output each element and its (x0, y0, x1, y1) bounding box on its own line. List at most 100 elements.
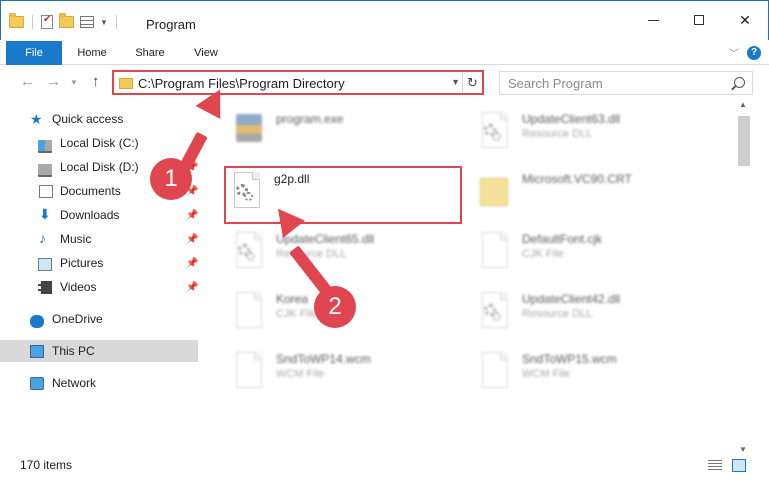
generic-file-icon (232, 352, 264, 390)
minimize-icon (647, 19, 659, 21)
file-type: CJK File (276, 308, 318, 320)
file-item[interactable]: DefaultFont.cjk CJK File (478, 230, 718, 272)
exe-file-icon (232, 112, 264, 150)
sidebar-item-label: Videos (60, 280, 97, 294)
network-icon (30, 377, 44, 390)
sidebar-item-pictures[interactable]: Pictures 📌 (0, 252, 198, 274)
forward-arrow-icon[interactable]: → (46, 73, 61, 90)
file-name: UpdateClient63.dll (522, 112, 621, 126)
tab-home[interactable]: Home (74, 42, 110, 64)
sidebar-item-music[interactable]: ♪ Music 📌 (0, 228, 198, 250)
sidebar-item-label: OneDrive (52, 312, 103, 326)
pin-icon[interactable]: 📌 (186, 282, 198, 293)
scrollbar-thumb[interactable] (738, 116, 750, 166)
pictures-icon (38, 258, 52, 271)
folder-icon (119, 78, 133, 89)
tab-file[interactable]: File (6, 41, 62, 65)
file-item[interactable]: program.exe (232, 110, 472, 152)
file-type: CJK File (522, 248, 564, 260)
sidebar-item-videos[interactable]: Videos 📌 (0, 276, 198, 298)
pin-icon[interactable]: 📌 (186, 234, 198, 245)
details-view-icon[interactable] (708, 460, 722, 471)
file-name: Korea (276, 292, 309, 306)
file-name: SndToWP14.wcm (276, 352, 371, 366)
file-name: DefaultFont.cjk (522, 232, 603, 246)
address-dropdown-chevron-icon[interactable]: ▼ (451, 77, 460, 87)
tab-share[interactable]: Share (132, 42, 168, 64)
file-item[interactable]: Microsoft.VC90.CRT (478, 170, 718, 212)
toolbar-divider (115, 15, 117, 29)
maximize-icon (694, 15, 704, 25)
sidebar-item-label: This PC (52, 344, 95, 358)
address-bar[interactable]: C:\Program Files\Program Directory ▼ ↻ (112, 70, 484, 95)
address-path[interactable]: C:\Program Files\Program Directory (138, 76, 345, 91)
file-item[interactable]: UpdateClient42.dll Resource DLL (478, 290, 718, 332)
documents-icon (39, 185, 53, 198)
scroll-up-icon[interactable]: ▲ (739, 100, 747, 109)
title-bar: ▼ Program ✕ (0, 0, 769, 40)
search-input[interactable]: Search Program (499, 71, 753, 95)
refresh-icon[interactable]: ↻ (462, 72, 482, 93)
file-item[interactable]: UpdateClient63.dll Resource DLL (478, 110, 718, 152)
status-bar: 170 items (0, 454, 769, 489)
up-arrow-icon[interactable]: ↑ (92, 73, 100, 90)
file-list: program.exe UpdateClient63.dll Resource … (204, 104, 736, 454)
music-icon: ♪ (39, 230, 46, 246)
file-item[interactable]: UpdateClient65.dll Resource DLL (232, 230, 472, 272)
expand-ribbon-icon[interactable]: ﹀ (729, 45, 739, 60)
sidebar-item-this-pc[interactable]: This PC (0, 340, 198, 362)
download-icon: ⬇ (39, 206, 51, 222)
minimize-button[interactable] (630, 5, 676, 35)
file-name: SndToWP15.wcm (522, 352, 617, 366)
toolbar-divider (32, 15, 33, 29)
sidebar-item-local-disk-c[interactable]: Local Disk (C:) (0, 132, 198, 154)
sidebar-item-label: Local Disk (C:) (60, 136, 139, 150)
folder-icon (9, 13, 24, 28)
help-icon[interactable]: ? (747, 45, 761, 60)
chevron-down-icon[interactable]: ▼ (100, 18, 108, 27)
large-icons-view-icon[interactable] (732, 459, 746, 472)
file-item[interactable]: SndToWP15.wcm WCM File (478, 350, 718, 392)
file-name: program.exe (276, 112, 344, 126)
star-icon: ★ (30, 110, 43, 127)
item-count: 170 items (20, 458, 73, 472)
new-folder-icon[interactable] (59, 13, 74, 28)
file-highlight-box (224, 166, 462, 224)
file-type: WCM File (276, 368, 325, 380)
sidebar-item-label: Music (60, 232, 92, 246)
recent-locations-chevron-icon[interactable]: ▼ (70, 78, 78, 87)
sidebar-item-label: Local Disk (D:) (60, 160, 139, 174)
ribbon-right-controls: ﹀ ? (729, 45, 761, 60)
vertical-scrollbar[interactable]: ▲ ▼ (736, 100, 752, 454)
pin-icon[interactable]: 📌 (186, 258, 198, 269)
folder-icon (478, 172, 510, 210)
sidebar-item-quick-access[interactable]: ★ Quick access (0, 108, 198, 130)
scroll-down-icon[interactable]: ▼ (739, 445, 747, 454)
window-controls: ✕ (630, 5, 768, 35)
sidebar-item-downloads[interactable]: ⬇ Downloads 📌 (0, 204, 198, 226)
close-button[interactable]: ✕ (722, 5, 768, 35)
navigation-bar: ← → ▼ ↑ C:\Program Files\Program Directo… (0, 66, 769, 100)
videos-icon (38, 281, 52, 294)
search-placeholder: Search Program (508, 76, 603, 91)
tab-view[interactable]: View (190, 42, 222, 64)
sidebar-item-network[interactable]: Network (0, 372, 198, 394)
quick-access-toolbar: ▼ (9, 13, 119, 29)
search-icon[interactable] (734, 77, 745, 88)
drive-icon (38, 140, 52, 153)
properties-check-icon[interactable] (41, 14, 53, 29)
pin-icon[interactable]: 📌 (186, 210, 198, 221)
file-item[interactable]: SndToWP14.wcm WCM File (232, 350, 472, 392)
file-name: UpdateClient65.dll (276, 232, 375, 246)
maximize-button[interactable] (676, 5, 722, 35)
file-name: Microsoft.VC90.CRT (522, 172, 632, 186)
ribbon-tabs: File Home Share View ﹀ ? (0, 40, 769, 65)
window-title: Program (146, 17, 196, 32)
back-arrow-icon[interactable]: ← (20, 73, 35, 90)
customize-toolbar-icon[interactable] (80, 16, 94, 28)
step-badge-2: 2 (314, 286, 356, 328)
sidebar-item-onedrive[interactable]: OneDrive (0, 308, 198, 330)
file-type: Resource DLL (522, 308, 593, 320)
dll-file-icon (478, 292, 510, 330)
cloud-icon (30, 315, 44, 328)
